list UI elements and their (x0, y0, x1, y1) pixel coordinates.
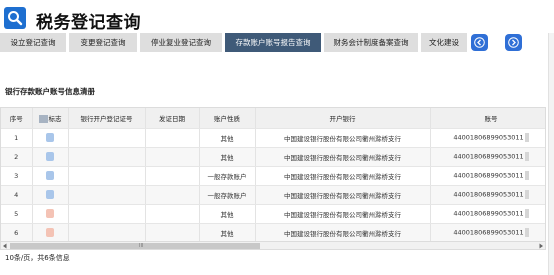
cell-issue-date (145, 166, 200, 186)
cell-license-no (68, 128, 146, 148)
cell-flag (32, 166, 69, 186)
header-flag: 标志 (32, 108, 69, 129)
redacted-mark (46, 209, 54, 218)
redacted-mark (524, 190, 529, 199)
table-row[interactable]: 1 其他 中国建设银行股份有限公司衢州滁桥支行 4400180689905301… (1, 128, 545, 148)
tabs-prev-button[interactable] (471, 34, 488, 51)
cell-account-nature: 一般存款账户 (199, 185, 256, 205)
cell-flag (32, 204, 69, 224)
cell-bank: 中国建设银行股份有限公司衢州滁桥支行 (255, 147, 431, 167)
redacted-mark (46, 228, 54, 237)
cell-no: 5 (1, 204, 33, 224)
cell-flag (32, 185, 69, 205)
header-issue-date: 发证日期 (145, 108, 200, 129)
redacted-mark (46, 133, 54, 142)
cell-flag (32, 223, 69, 243)
cell-no: 2 (1, 147, 33, 167)
header-bank: 开户银行 (255, 108, 431, 129)
redacted-mark (46, 171, 54, 180)
tab-deposit-account-report[interactable]: 存款账户账号报告查询 (225, 33, 321, 52)
tab-establish-registration[interactable]: 设立登记查询 (0, 33, 66, 52)
chevron-left-icon (474, 37, 485, 48)
tab-accounting-system-filing[interactable]: 财务会计制度备案查询 (324, 33, 418, 52)
scrollbar-grip: III (139, 243, 144, 249)
redacted-mark (46, 152, 54, 161)
redacted-mark (524, 171, 529, 180)
cell-license-no (68, 147, 146, 167)
redacted-mark (38, 114, 48, 123)
vertical-scrollbar[interactable] (548, 33, 554, 275)
cell-account: 44001806899053011 (430, 223, 545, 243)
cell-account-nature: 其他 (199, 204, 256, 224)
scrollbar-thumb[interactable]: III (10, 243, 260, 249)
cell-account: 44001806899053011 (430, 185, 545, 205)
cell-bank: 中国建设银行股份有限公司衢州滁桥支行 (255, 185, 431, 205)
tab-suspension-registration[interactable]: 停业复业登记查询 (140, 33, 222, 52)
cell-bank: 中国建设银行股份有限公司衢州滁桥支行 (255, 204, 431, 224)
redacted-mark (524, 228, 529, 237)
table-row[interactable]: 6 其他 中国建设银行股份有限公司衢州滁桥支行 4400180689905301… (1, 223, 545, 243)
cell-issue-date (145, 128, 200, 148)
account-table: 序号 标志 银行开户登记证号 发证日期 账户性质 开户银行 账号 1 其他 中国… (0, 107, 546, 244)
header-no: 序号 (1, 108, 33, 129)
cell-no: 4 (1, 185, 33, 205)
redacted-mark (46, 190, 54, 199)
table-row[interactable]: 5 其他 中国建设银行股份有限公司衢州滁桥支行 4400180689905301… (1, 204, 545, 224)
cell-no: 6 (1, 223, 33, 243)
cell-account-nature: 其他 (199, 147, 256, 167)
scroll-right-icon[interactable] (538, 243, 544, 249)
tabs-next-button[interactable] (505, 34, 522, 51)
search-icon (4, 7, 26, 29)
cell-account-nature: 其他 (199, 128, 256, 148)
cell-flag (32, 147, 69, 167)
cell-issue-date (145, 185, 200, 205)
redacted-mark (524, 152, 529, 161)
page-title: 税务登记查询 (36, 13, 141, 33)
title-bar: 税务登记查询 (0, 0, 554, 33)
redacted-mark (524, 209, 529, 218)
tab-culture[interactable]: 文化建设 (421, 33, 467, 52)
cell-bank: 中国建设银行股份有限公司衢州滁桥支行 (255, 166, 431, 186)
cell-account-nature: 一般存款账户 (199, 166, 256, 186)
table-row[interactable]: 4 一般存款账户 中国建设银行股份有限公司衢州滁桥支行 440018068990… (1, 185, 545, 205)
chevron-right-icon (508, 37, 519, 48)
table-row[interactable]: 2 其他 中国建设银行股份有限公司衢州滁桥支行 4400180689905301… (1, 147, 545, 167)
cell-account: 44001806899053011 (430, 166, 545, 186)
header-account: 账号 (430, 108, 545, 129)
tab-bar: 设立登记查询 变更登记查询 停业复业登记查询 存款账户账号报告查询 财务会计制度… (0, 33, 554, 52)
header-license-no: 银行开户登记证号 (68, 108, 146, 129)
cell-license-no (68, 204, 146, 224)
cell-bank: 中国建设银行股份有限公司衢州滁桥支行 (255, 128, 431, 148)
cell-issue-date (145, 147, 200, 167)
cell-no: 1 (1, 128, 33, 148)
section-title: 银行存款账户账号信息清册 (5, 87, 95, 96)
cell-account: 44001806899053011 (430, 147, 545, 167)
cell-account: 44001806899053011 (430, 204, 545, 224)
cell-account-nature: 其他 (199, 223, 256, 243)
table-row[interactable]: 3 一般存款账户 中国建设银行股份有限公司衢州滁桥支行 440018068990… (1, 166, 545, 186)
cell-issue-date (145, 223, 200, 243)
redacted-mark (524, 133, 529, 142)
pagination-info: 10条/页，共6条信息 (5, 254, 70, 262)
header-account-nature: 账户性质 (199, 108, 256, 129)
cell-license-no (68, 166, 146, 186)
horizontal-scrollbar[interactable]: III (0, 241, 546, 250)
cell-license-no (68, 185, 146, 205)
cell-account: 44001806899053011 (430, 128, 545, 148)
cell-license-no (68, 223, 146, 243)
scroll-left-icon[interactable] (2, 243, 8, 249)
table-header-row: 序号 标志 银行开户登记证号 发证日期 账户性质 开户银行 账号 (1, 108, 545, 129)
cell-issue-date (145, 204, 200, 224)
tab-change-registration[interactable]: 变更登记查询 (69, 33, 137, 52)
cell-bank: 中国建设银行股份有限公司衢州滁桥支行 (255, 223, 431, 243)
cell-flag (32, 128, 69, 148)
cell-no: 3 (1, 166, 33, 186)
